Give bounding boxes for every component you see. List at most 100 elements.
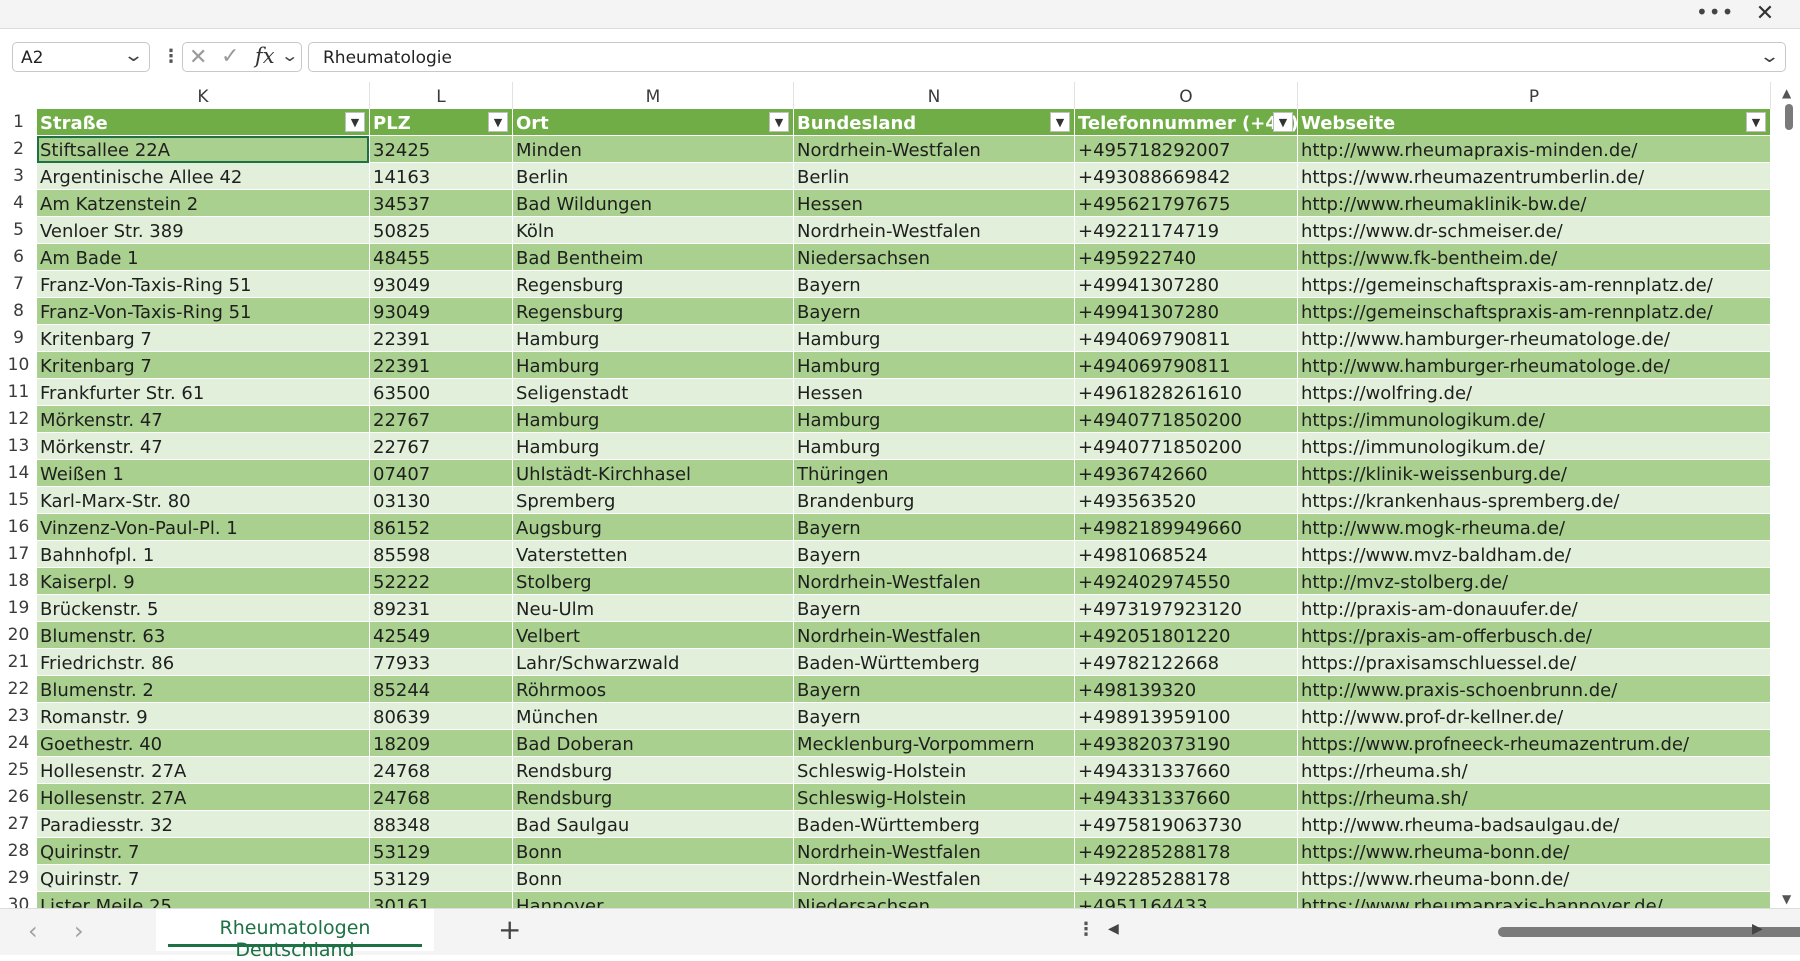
row-header[interactable]: 17	[0, 541, 37, 568]
table-cell[interactable]: http://www.rheumapraxis-minden.de/	[1298, 136, 1771, 163]
table-cell[interactable]: 80639	[370, 703, 513, 730]
table-cell[interactable]: Franz-Von-Taxis-Ring 51	[37, 271, 370, 298]
table-cell[interactable]: München	[513, 703, 794, 730]
header-cell[interactable]: Straße ▼	[37, 109, 370, 136]
table-cell[interactable]: Seligenstadt	[513, 379, 794, 406]
table-cell[interactable]: +495718292007	[1075, 136, 1298, 163]
table-cell[interactable]: 24768	[370, 784, 513, 811]
table-cell[interactable]: Hamburg	[794, 352, 1075, 379]
table-cell[interactable]: Vinzenz-Von-Paul-Pl. 1	[37, 514, 370, 541]
table-cell[interactable]: 52222	[370, 568, 513, 595]
table-cell[interactable]: http://praxis-am-donauufer.de/	[1298, 595, 1771, 622]
row-header[interactable]: 6	[0, 244, 37, 271]
scroll-right-icon[interactable]: ▶	[1752, 921, 1763, 937]
table-cell[interactable]: Regensburg	[513, 298, 794, 325]
table-cell[interactable]: 53129	[370, 838, 513, 865]
row-header[interactable]: 3	[0, 163, 37, 190]
table-cell[interactable]: 30161	[370, 892, 513, 908]
row-header[interactable]: 21	[0, 649, 37, 676]
table-cell[interactable]: https://www.rheuma-bonn.de/	[1298, 838, 1771, 865]
table-cell[interactable]: Schleswig-Holstein	[794, 757, 1075, 784]
table-cell[interactable]: Bahnhofpl. 1	[37, 541, 370, 568]
tab-split-grip-icon[interactable]: ⋮	[1077, 919, 1095, 940]
table-cell[interactable]: 24768	[370, 757, 513, 784]
table-cell[interactable]: Nordrhein-Westfalen	[794, 865, 1075, 892]
table-cell[interactable]: Hamburg	[513, 352, 794, 379]
table-cell[interactable]: +492402974550	[1075, 568, 1298, 595]
column-header[interactable]: M	[513, 82, 794, 109]
table-cell[interactable]: Vaterstetten	[513, 541, 794, 568]
table-cell[interactable]: +494331337660	[1075, 784, 1298, 811]
table-cell[interactable]: Blumenstr. 2	[37, 676, 370, 703]
row-header[interactable]: 25	[0, 757, 37, 784]
table-cell[interactable]: 93049	[370, 298, 513, 325]
table-cell[interactable]: Köln	[513, 217, 794, 244]
table-cell[interactable]: Hamburg	[513, 406, 794, 433]
table-cell[interactable]: Franz-Von-Taxis-Ring 51	[37, 298, 370, 325]
table-cell[interactable]: Lister Meile 25	[37, 892, 370, 908]
table-cell[interactable]: https://praxis-am-offerbusch.de/	[1298, 622, 1771, 649]
table-cell[interactable]: Romanstr. 9	[37, 703, 370, 730]
table-cell[interactable]: Minden	[513, 136, 794, 163]
row-header[interactable]: 18	[0, 568, 37, 595]
filter-dropdown-icon[interactable]: ▼	[1273, 112, 1293, 132]
table-cell[interactable]: 85244	[370, 676, 513, 703]
table-cell[interactable]: Hessen	[794, 379, 1075, 406]
table-cell[interactable]: Bad Saulgau	[513, 811, 794, 838]
horizontal-scrollbar[interactable]	[1130, 927, 1800, 937]
table-cell[interactable]: +492285288178	[1075, 838, 1298, 865]
table-cell[interactable]: https://wolfring.de/	[1298, 379, 1771, 406]
table-cell[interactable]: 07407	[370, 460, 513, 487]
table-cell[interactable]: Kritenbarg 7	[37, 325, 370, 352]
chevron-left-icon[interactable]: ‹	[28, 917, 38, 945]
add-sheet-button[interactable]: +	[498, 913, 521, 946]
table-cell[interactable]: Paradiesstr. 32	[37, 811, 370, 838]
row-header[interactable]: 13	[0, 433, 37, 460]
table-cell[interactable]: http://www.rheumaklinik-bw.de/	[1298, 190, 1771, 217]
table-cell[interactable]: Argentinische Allee 42	[37, 163, 370, 190]
row-header[interactable]: 22	[0, 676, 37, 703]
formula-bar-grip-icon[interactable]: ⋮	[162, 42, 180, 72]
header-cell[interactable]: Telefonnummer (+49) ▼	[1075, 109, 1298, 136]
row-header[interactable]: 5	[0, 217, 37, 244]
table-cell[interactable]: +493820373190	[1075, 730, 1298, 757]
table-cell[interactable]: Friedrichstr. 86	[37, 649, 370, 676]
table-cell[interactable]: 89231	[370, 595, 513, 622]
table-cell[interactable]: Stiftsallee 22A	[37, 136, 370, 163]
table-cell[interactable]: Hollesenstr. 27A	[37, 757, 370, 784]
table-cell[interactable]: Hessen	[794, 190, 1075, 217]
table-cell[interactable]: 22391	[370, 352, 513, 379]
header-cell[interactable]: Bundesland ▼	[794, 109, 1075, 136]
table-cell[interactable]: Hamburg	[794, 433, 1075, 460]
table-cell[interactable]: Regensburg	[513, 271, 794, 298]
row-header[interactable]: 7	[0, 271, 37, 298]
table-cell[interactable]: Hannover	[513, 892, 794, 908]
row-header[interactable]: 9	[0, 325, 37, 352]
table-cell[interactable]: +4961828261610	[1075, 379, 1298, 406]
table-cell[interactable]: https://immunologikum.de/	[1298, 433, 1771, 460]
table-cell[interactable]: 14163	[370, 163, 513, 190]
table-cell[interactable]: Uhlstädt-Kirchhasel	[513, 460, 794, 487]
table-cell[interactable]: 48455	[370, 244, 513, 271]
table-cell[interactable]: Bayern	[794, 514, 1075, 541]
table-cell[interactable]: 88348	[370, 811, 513, 838]
row-header[interactable]: 2	[0, 136, 37, 163]
table-cell[interactable]: Nordrhein-Westfalen	[794, 136, 1075, 163]
close-button[interactable]: ✕	[1750, 2, 1780, 26]
table-cell[interactable]: https://www.dr-schmeiser.de/	[1298, 217, 1771, 244]
table-cell[interactable]: 53129	[370, 865, 513, 892]
table-cell[interactable]: +49941307280	[1075, 298, 1298, 325]
table-cell[interactable]: Hollesenstr. 27A	[37, 784, 370, 811]
table-cell[interactable]: Weißen 1	[37, 460, 370, 487]
table-cell[interactable]: Hamburg	[513, 433, 794, 460]
table-cell[interactable]: https://immunologikum.de/	[1298, 406, 1771, 433]
table-cell[interactable]: Bayern	[794, 703, 1075, 730]
chevron-down-icon[interactable]: ⌄	[123, 45, 144, 66]
table-cell[interactable]: Bayern	[794, 271, 1075, 298]
table-cell[interactable]: Bonn	[513, 865, 794, 892]
table-cell[interactable]: Spremberg	[513, 487, 794, 514]
scroll-up-icon[interactable]: ▲	[1782, 86, 1791, 100]
row-header[interactable]: 24	[0, 730, 37, 757]
table-cell[interactable]: +495922740	[1075, 244, 1298, 271]
more-options-button[interactable]: •••	[1696, 2, 1733, 26]
